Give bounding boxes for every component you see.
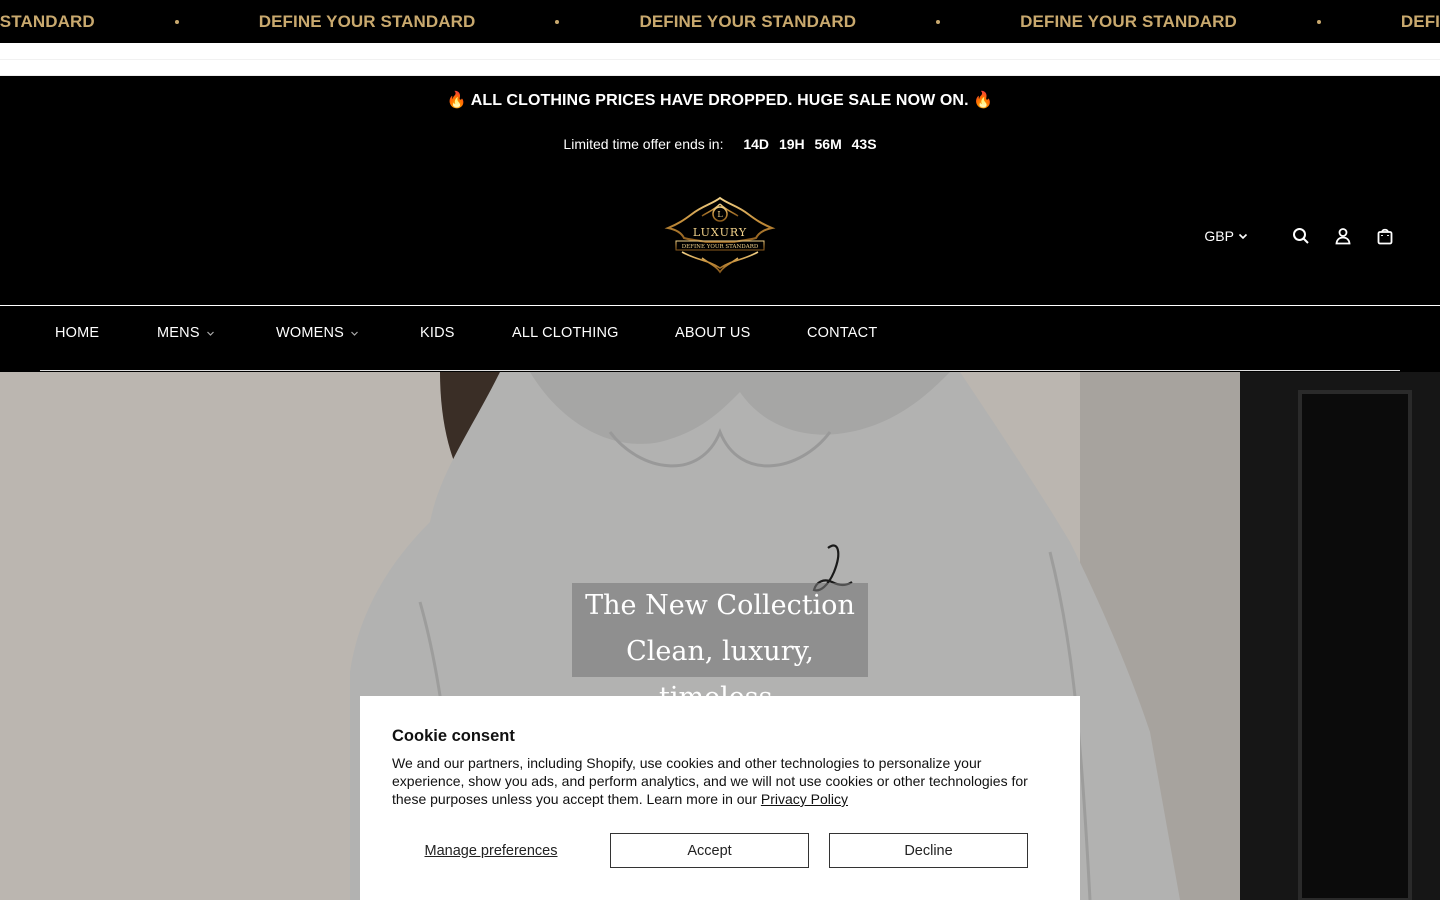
logo-tagline: DEFINE YOUR STANDARD	[682, 244, 759, 250]
marquee-item: DEFINE YOUR STANDARD	[639, 11, 857, 31]
countdown-seconds: 43S	[851, 136, 877, 152]
marquee-dot	[174, 19, 179, 24]
logo-text: LUXURY	[693, 226, 747, 239]
nav-item-contact[interactable]: CONTACT	[807, 325, 877, 341]
marquee-item: DEFINE YOUR STANDARD	[1400, 11, 1440, 31]
nav-label: CONTACT	[807, 325, 878, 341]
marquee-dot	[1316, 19, 1321, 24]
cookie-consent-dialog: Cookie consent We and our partners, incl…	[360, 696, 1080, 900]
chevron-down-icon	[206, 331, 214, 336]
cart-icon[interactable]	[1374, 225, 1396, 247]
marquee-item: DEFINE YOUR STANDARD	[258, 11, 476, 31]
countdown-days: 14D	[743, 136, 770, 152]
logo-emblem: L LUXURY DEFINE YOUR STANDARD	[664, 196, 776, 274]
marquee-item: DEFINE YOUR STANDARD	[0, 11, 95, 31]
header-actions: GBP	[1204, 222, 1396, 250]
logo-mark: L	[717, 210, 723, 219]
cookie-title: Cookie consent	[392, 727, 515, 745]
countdown-label: Limited time offer ends in:	[563, 136, 724, 152]
account-icon[interactable]	[1332, 225, 1354, 247]
nav-label: HOME	[55, 325, 100, 341]
marquee-item: DEFINE YOUR STANDARD	[1020, 11, 1237, 31]
chevron-down-icon	[351, 331, 358, 336]
nav-label: ALL CLOTHING	[512, 325, 619, 341]
nav-label: WOMENS	[276, 325, 345, 341]
logo[interactable]: L LUXURY DEFINE YOUR STANDARD	[662, 194, 778, 274]
white-divider-strip	[0, 43, 1440, 76]
nav-item-home[interactable]: HOME	[55, 325, 99, 341]
nav-label: KIDS	[420, 325, 455, 341]
nav-item-mens[interactable]: MENS	[157, 325, 215, 341]
marquee-dot	[555, 19, 560, 24]
nav-label: ABOUT US	[675, 325, 751, 341]
accept-button[interactable]: Accept	[610, 833, 809, 868]
nav-item-all-clothing[interactable]: ALL CLOTHING	[512, 325, 619, 341]
main-nav: HOME MENS WOMENS KIDS ALL CLOTHING ABOUT…	[0, 307, 1440, 372]
marquee-track: DEFINE YOUR STANDARD DEFINE YOUR STANDAR…	[0, 0, 1440, 43]
countdown-minutes: 56M	[814, 136, 842, 152]
nav-item-kids[interactable]: KIDS	[420, 325, 455, 341]
cookie-body-text: We and our partners, including Shopify, …	[392, 755, 1028, 807]
countdown-hours: 19H	[778, 136, 805, 152]
nav-label: MENS	[157, 325, 200, 341]
marquee-bar: DEFINE YOUR STANDARD DEFINE YOUR STANDAR…	[0, 0, 1440, 43]
nav-item-about-us[interactable]: ABOUT US	[675, 325, 750, 341]
announcement-title: 🔥 ALL CLOTHING PRICES HAVE DROPPED. HUGE…	[446, 92, 994, 109]
countdown: Limited time offer ends in: 14D 19H 56M …	[0, 136, 1440, 152]
nav-divider	[40, 370, 1400, 371]
currency-selector[interactable]: GBP	[1204, 228, 1248, 244]
currency-label: GBP	[1204, 228, 1234, 244]
manage-preferences-button[interactable]: Manage preferences	[392, 833, 590, 868]
announcement-bar: 🔥 ALL CLOTHING PRICES HAVE DROPPED. HUGE…	[0, 76, 1440, 176]
marquee-dot	[936, 19, 941, 24]
cookie-body: We and our partners, including Shopify, …	[392, 754, 1052, 808]
site-header: L LUXURY DEFINE YOUR STANDARD GBP	[0, 176, 1440, 306]
search-icon[interactable]	[1290, 225, 1312, 247]
hero-title: The New Collection	[585, 590, 855, 621]
nav-item-womens[interactable]: WOMENS	[276, 325, 359, 341]
privacy-policy-link[interactable]: Privacy Policy	[761, 791, 848, 807]
chevron-down-icon	[1238, 233, 1248, 240]
hero-caption: The New Collection Clean, luxury, timele…	[572, 583, 868, 713]
decline-button[interactable]: Decline	[829, 833, 1028, 868]
